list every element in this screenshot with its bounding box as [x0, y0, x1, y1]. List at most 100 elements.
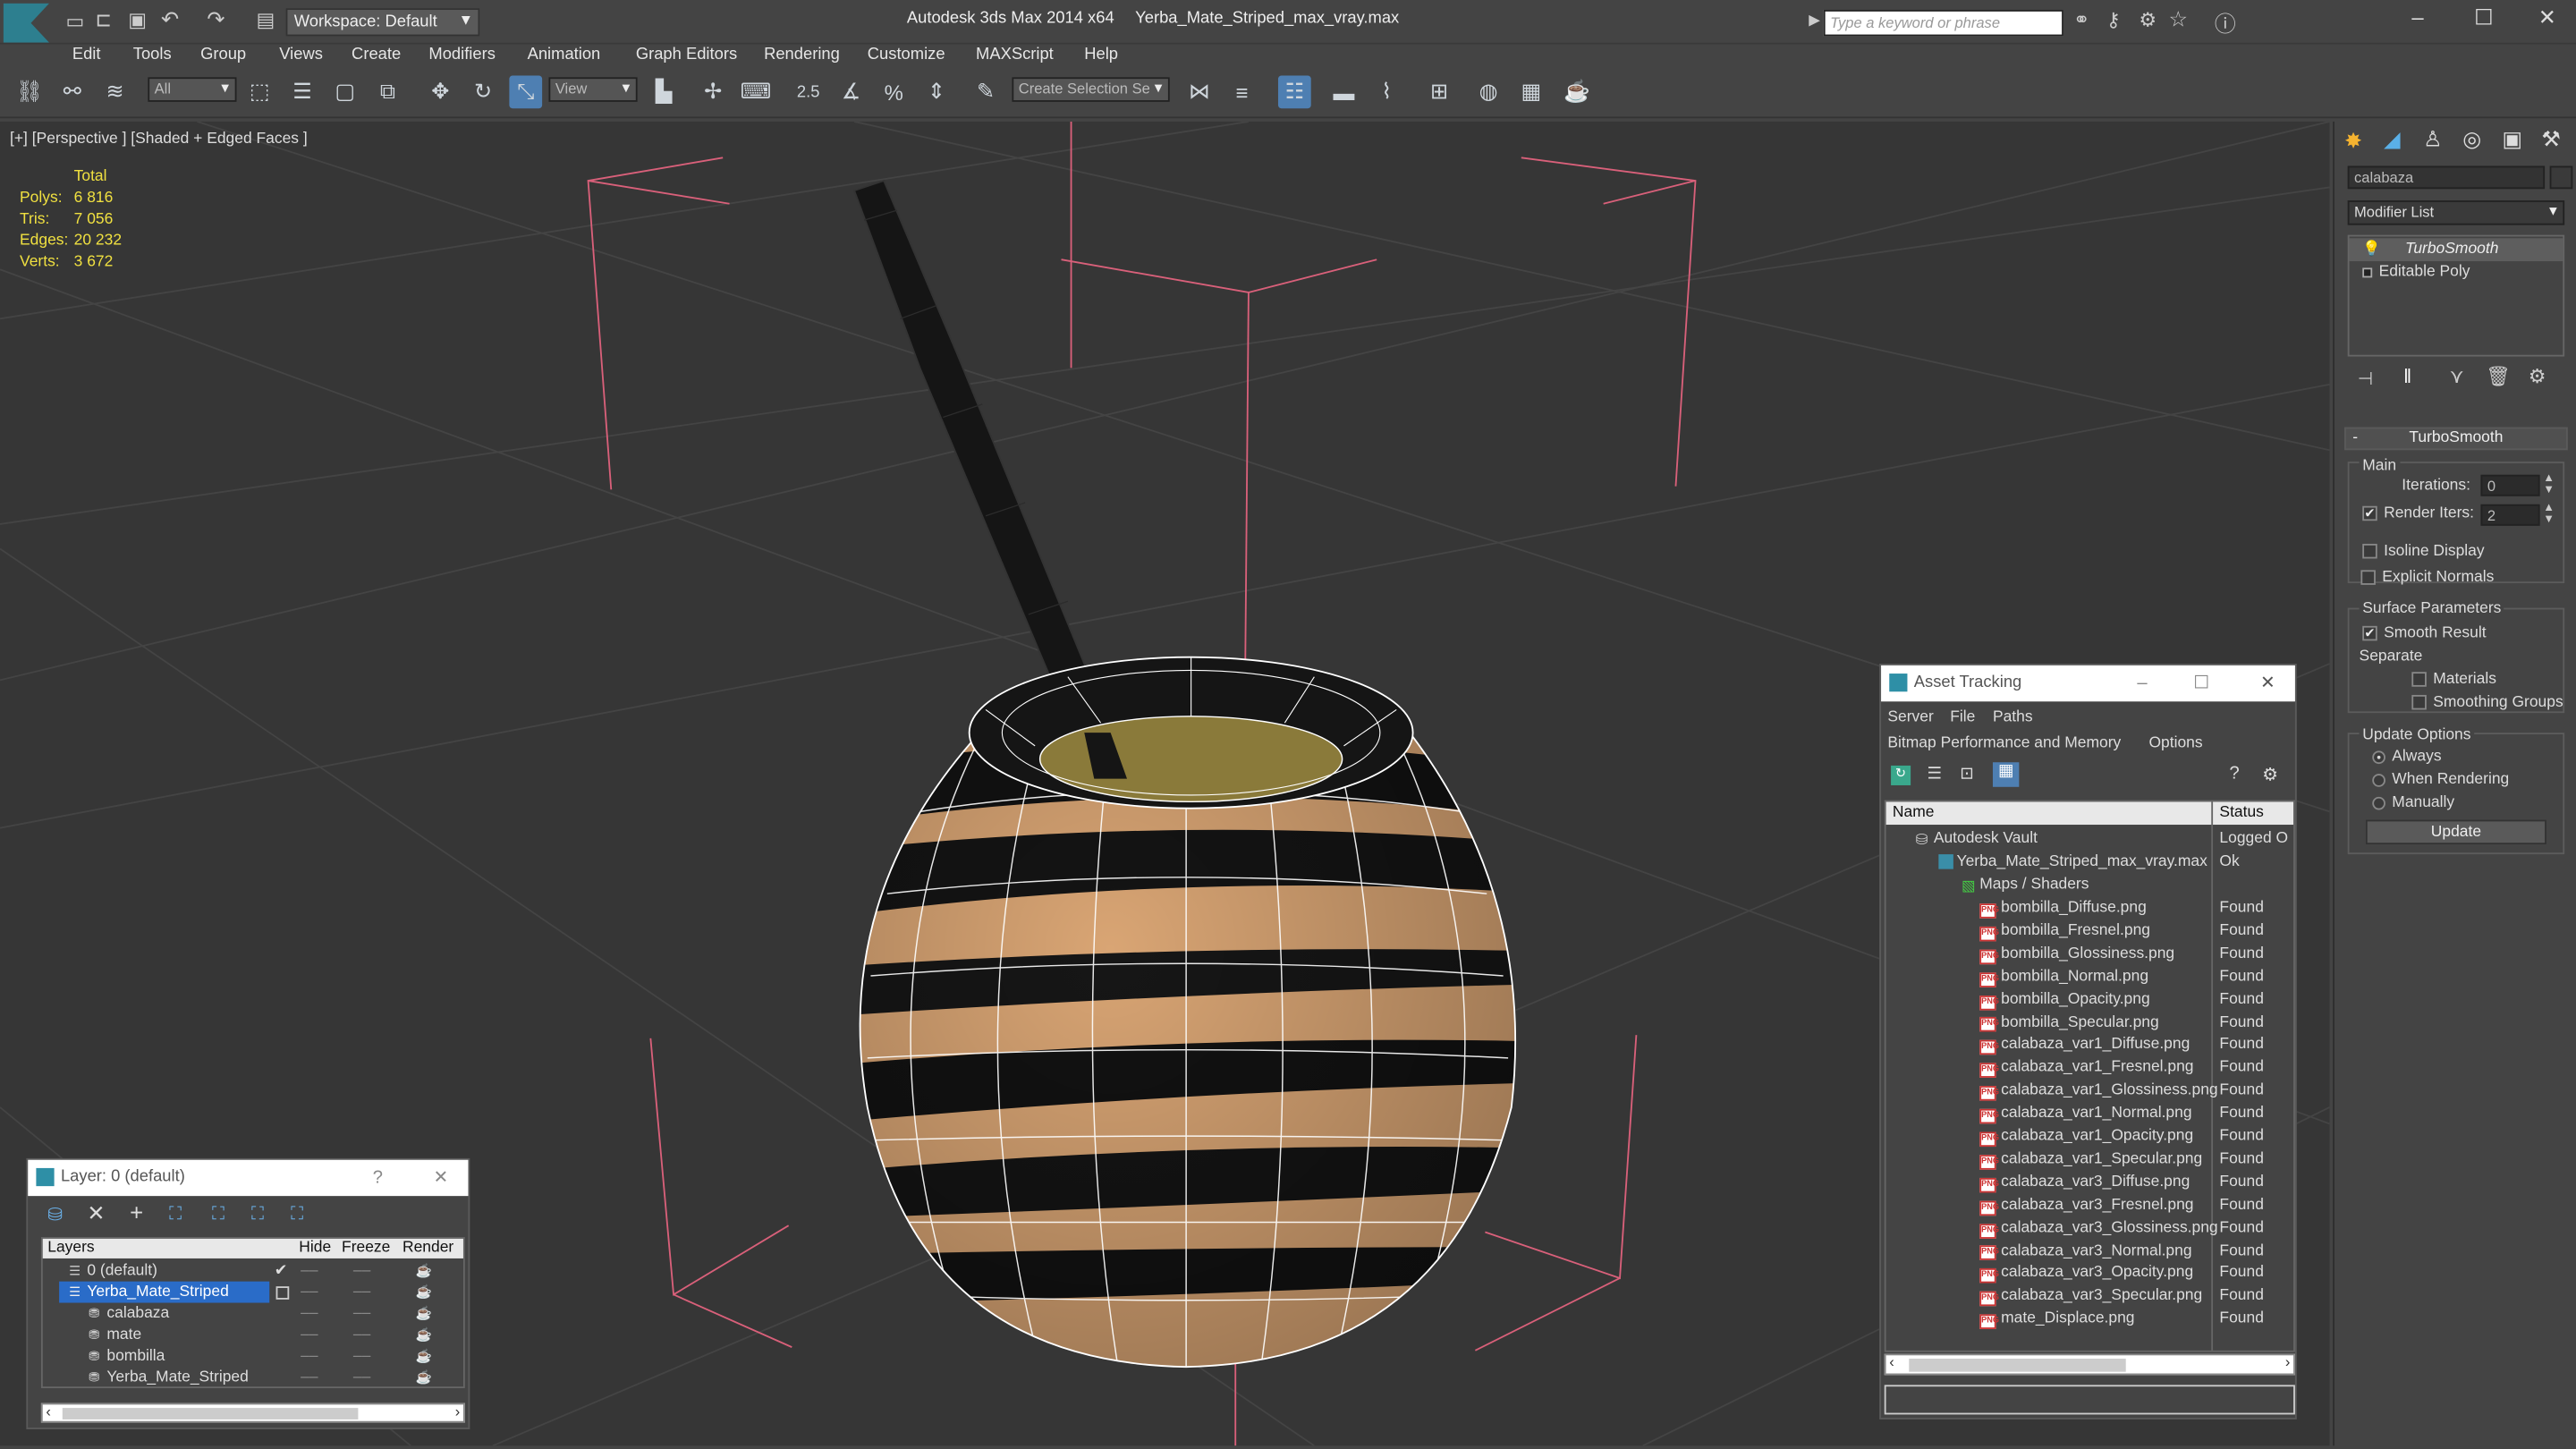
asset-row-map[interactable]: PNG calabaza_var1_Normal.png Found: [1886, 1103, 2294, 1126]
display-tab-icon[interactable]: ▣: [2502, 126, 2522, 152]
hide-toggle[interactable]: ––: [301, 1260, 318, 1282]
asset-row-map[interactable]: PNG calabaza_var3_Opacity.png Found: [1886, 1262, 2294, 1285]
mirror-icon[interactable]: ⋈: [1182, 75, 1216, 108]
scroll-thumb[interactable]: [1909, 1358, 2126, 1372]
asset-row-map[interactable]: PNG calabaza_var1_Specular.png Found: [1886, 1148, 2294, 1172]
asset-row-map[interactable]: PNG bombilla_Normal.png Found: [1886, 965, 2294, 988]
render-toggle-icon[interactable]: ☕: [416, 1324, 432, 1345]
select-object-icon[interactable]: ⬚: [243, 75, 276, 108]
layer-help-icon[interactable]: ?: [373, 1160, 383, 1196]
asset-row-map[interactable]: PNG bombilla_Glossiness.png Found: [1886, 943, 2294, 966]
menu-rendering[interactable]: Rendering: [764, 45, 840, 66]
pin-stack-icon[interactable]: ⊣: [2358, 368, 2374, 389]
isoline-display-checkbox[interactable]: [2362, 543, 2377, 559]
minimize-icon[interactable]: –: [2411, 5, 2423, 30]
scroll-left-icon[interactable]: ‹: [1889, 1353, 1894, 1369]
menu-file[interactable]: File: [1950, 708, 1975, 728]
always-radio[interactable]: [2372, 750, 2385, 765]
asset-row-vault[interactable]: ⛁ Autodesk Vault Logged O: [1886, 828, 2294, 852]
link-icon[interactable]: ⛓: [13, 75, 47, 108]
asset-path-field[interactable]: [1884, 1385, 2295, 1415]
spinner-snap-icon[interactable]: ⇕: [920, 75, 953, 108]
refresh-icon[interactable]: ↻: [1891, 765, 1911, 785]
asset-row-map[interactable]: PNG calabaza_var3_Normal.png Found: [1886, 1240, 2294, 1263]
delete-layer-icon[interactable]: ✕: [87, 1201, 105, 1227]
freeze-toggle[interactable]: ––: [353, 1324, 370, 1345]
menu-tools[interactable]: Tools: [133, 45, 172, 66]
material-editor-icon[interactable]: ◍: [1472, 75, 1505, 108]
scroll-left-icon[interactable]: ‹: [46, 1403, 51, 1419]
menu-group[interactable]: Group: [200, 45, 246, 66]
asset-row-map[interactable]: PNG bombilla_Fresnel.png Found: [1886, 919, 2294, 943]
freeze-toggle[interactable]: ––: [353, 1345, 370, 1367]
schematic-view-icon[interactable]: ⊞: [1423, 75, 1456, 108]
explicit-normals-checkbox[interactable]: [2360, 570, 2376, 585]
render-toggle-icon[interactable]: ☕: [416, 1282, 432, 1303]
iterations-spinner[interactable]: 0: [2480, 474, 2540, 496]
show-end-result-icon[interactable]: ‖: [2403, 365, 2411, 388]
scale-icon[interactable]: ⤡: [509, 75, 543, 109]
thumbnail-view-icon[interactable]: ⊡: [1960, 766, 1973, 784]
hide-all-icon[interactable]: ⛶: [251, 1204, 264, 1225]
hide-toggle[interactable]: ––: [301, 1324, 318, 1345]
scroll-thumb[interactable]: [62, 1408, 359, 1419]
layer-row-calabaza[interactable]: ⛃ calabaza –– –– ☕: [43, 1303, 463, 1325]
pivot-center-icon[interactable]: ▙: [648, 75, 681, 108]
menu-customize[interactable]: Customize: [868, 45, 945, 66]
reference-coordinate-dropdown[interactable]: View ▼: [548, 77, 638, 102]
layer-row-yerba-mate[interactable]: ☰ Yerba_Mate_Striped –– –– ☕: [43, 1281, 463, 1303]
menu-animation[interactable]: Animation: [528, 45, 601, 66]
keyboard-shortcut-icon[interactable]: ⌨: [740, 75, 773, 108]
hide-toggle[interactable]: ––: [301, 1367, 318, 1388]
asset-row-map[interactable]: PNG calabaza_var1_Opacity.png Found: [1886, 1125, 2294, 1148]
asset-row-map[interactable]: PNG calabaza_var1_Fresnel.png Found: [1886, 1057, 2294, 1080]
col-hide[interactable]: Hide: [299, 1239, 331, 1258]
menu-modifiers[interactable]: Modifiers: [428, 45, 496, 66]
menu-options[interactable]: Options: [2148, 734, 2202, 754]
modifier-list-dropdown[interactable]: Modifier List ▼: [2347, 200, 2565, 225]
table-view-icon[interactable]: ▦: [1992, 762, 2020, 787]
menu-views[interactable]: Views: [279, 45, 323, 66]
menu-maxscript[interactable]: MAXScript: [976, 45, 1054, 66]
object-name-field[interactable]: calabaza: [2347, 165, 2546, 190]
freeze-toggle[interactable]: ––: [353, 1260, 370, 1282]
col-status[interactable]: Status: [2219, 801, 2263, 825]
render-iters-spinner[interactable]: 2: [2480, 504, 2540, 526]
help-icon[interactable]: ?: [2229, 764, 2239, 784]
close-icon[interactable]: ✕: [2260, 665, 2275, 701]
snaps-toggle-icon[interactable]: 2.5: [792, 75, 825, 108]
bind-spacewarp-icon[interactable]: ≋: [98, 75, 131, 108]
menu-graph-editors[interactable]: Graph Editors: [636, 45, 737, 66]
highlight-selected-icon[interactable]: ⛶: [212, 1204, 225, 1225]
menu-bitmap-performance[interactable]: Bitmap Performance and Memory: [1887, 734, 2121, 754]
menu-edit[interactable]: Edit: [72, 45, 101, 66]
col-layers[interactable]: Layers: [47, 1239, 94, 1258]
object-color-swatch[interactable]: [2549, 165, 2573, 190]
asset-row-maps-group[interactable]: ▧ Maps / Shaders: [1886, 874, 2294, 897]
select-in-layer-icon[interactable]: ⛶: [169, 1204, 182, 1225]
open-file-icon[interactable]: ⊏: [96, 8, 112, 31]
render-toggle-icon[interactable]: ☕: [416, 1303, 432, 1325]
col-name[interactable]: Name: [1893, 801, 1935, 825]
render-toggle-icon[interactable]: ☕: [416, 1367, 432, 1388]
hide-toggle[interactable]: ––: [301, 1282, 318, 1303]
freeze-all-icon[interactable]: ⛶: [291, 1204, 303, 1225]
col-freeze[interactable]: Freeze: [342, 1239, 390, 1258]
set-current-box[interactable]: [275, 1286, 290, 1300]
new-layer-icon[interactable]: ⛁: [47, 1204, 63, 1225]
render-toggle-icon[interactable]: ☕: [416, 1345, 432, 1367]
settings-icon[interactable]: ⚙: [2262, 764, 2278, 785]
new-file-icon[interactable]: ▭: [65, 10, 84, 33]
asset-horizontal-scrollbar[interactable]: ‹ ›: [1884, 1353, 2295, 1376]
scroll-right-icon[interactable]: ›: [2285, 1353, 2291, 1369]
asset-row-map[interactable]: PNG calabaza_var1_Diffuse.png Found: [1886, 1034, 2294, 1057]
lightbulb-icon[interactable]: 💡: [2362, 240, 2381, 258]
layer-row-mate[interactable]: ⛃ mate –– –– ☕: [43, 1324, 463, 1345]
freeze-toggle[interactable]: ––: [353, 1303, 370, 1325]
add-to-layer-icon[interactable]: +: [130, 1199, 143, 1225]
col-render[interactable]: Render: [402, 1239, 453, 1258]
save-icon[interactable]: ▣: [128, 8, 147, 31]
menu-create[interactable]: Create: [352, 45, 401, 66]
create-tab-icon[interactable]: ✸: [2344, 128, 2362, 154]
menu-paths[interactable]: Paths: [1993, 708, 2033, 728]
